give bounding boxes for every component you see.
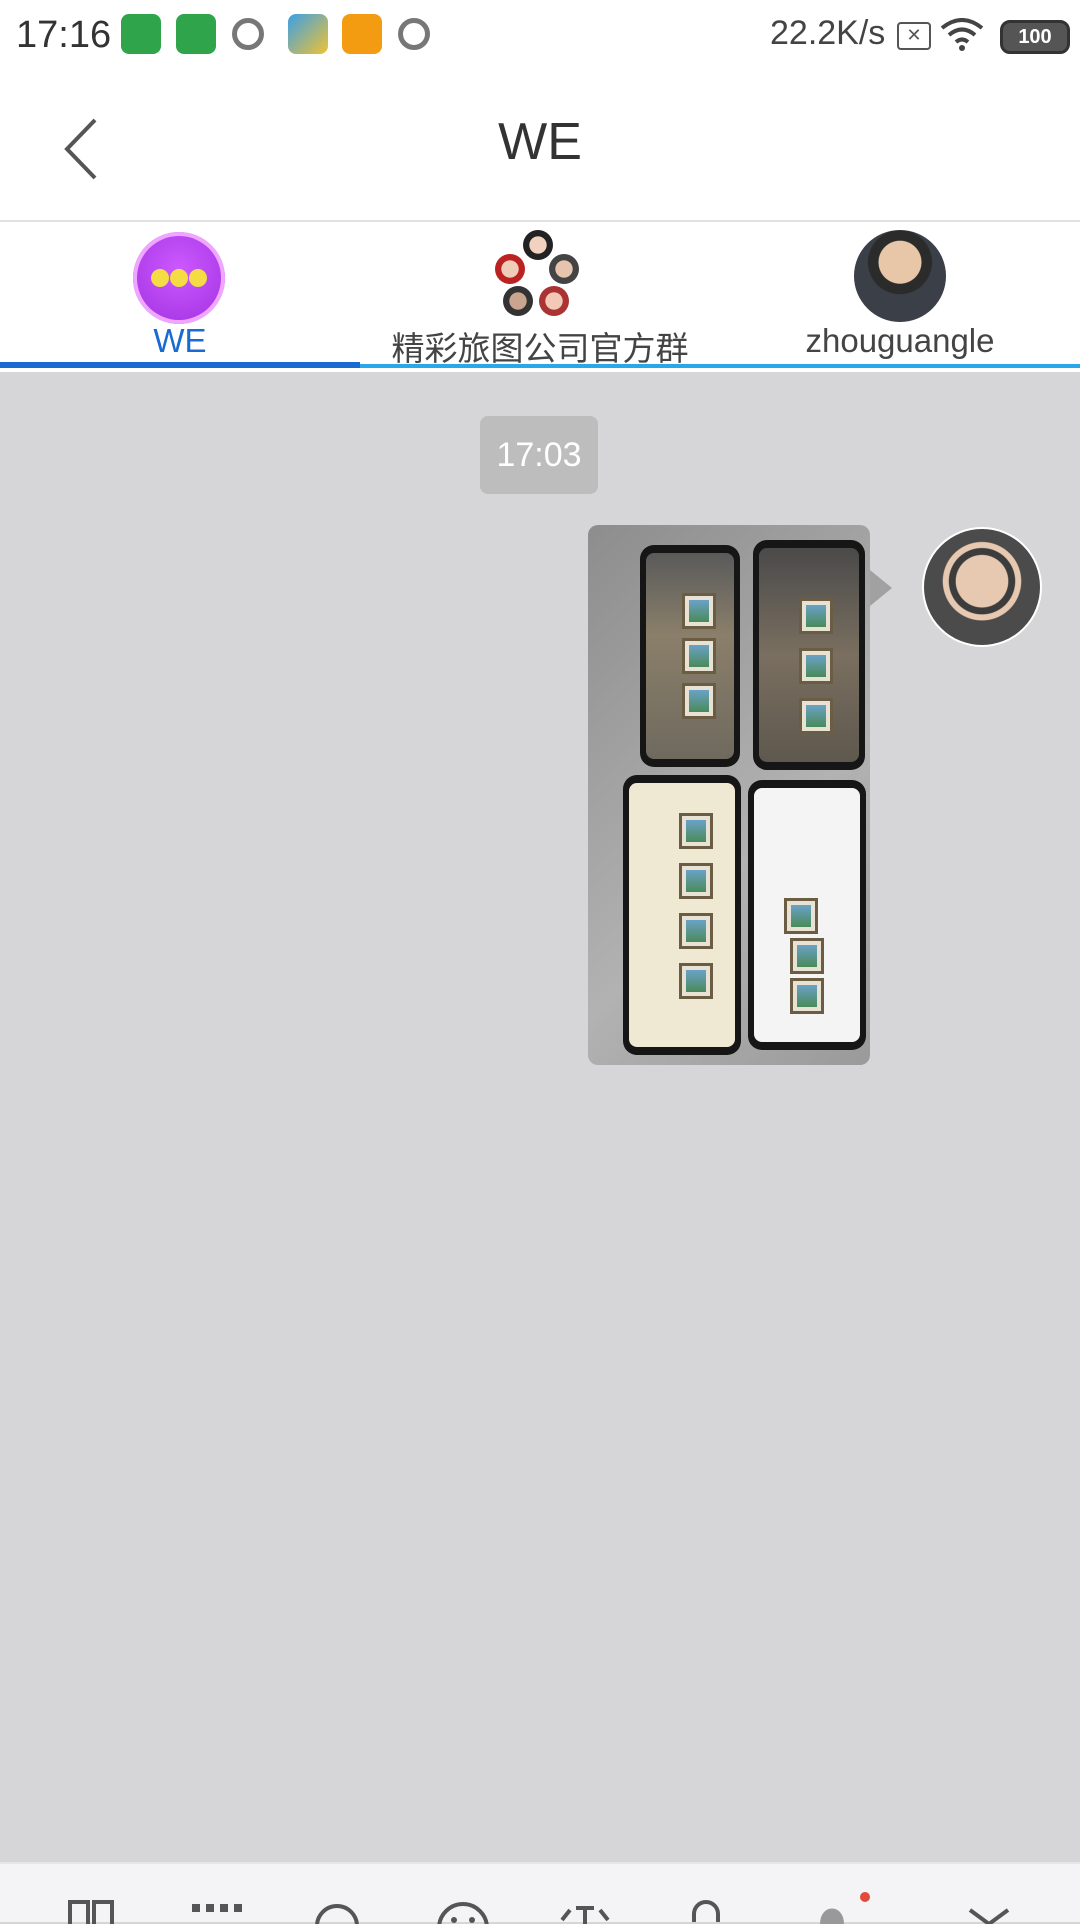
no-sim-icon: ✕ <box>897 22 931 50</box>
status-time: 17:16 <box>16 14 112 56</box>
tab-divider <box>360 364 1080 368</box>
tab-label: WE <box>153 322 207 359</box>
app-notification-icon <box>121 14 161 54</box>
battery-indicator: 100 <box>1000 20 1070 54</box>
message-timestamp: 17:03 <box>480 416 598 494</box>
photo-phone <box>753 540 865 770</box>
photo-phone <box>640 545 740 767</box>
wifi-icon <box>940 18 984 51</box>
paper-plane-icon <box>288 14 328 54</box>
layout-icon[interactable] <box>68 1900 114 1924</box>
emoji-icon[interactable] <box>436 1900 490 1924</box>
tab-group-chat[interactable]: 精彩旅图公司官方群 <box>360 222 720 372</box>
circle-notification-icon <box>232 18 264 50</box>
tab-we[interactable]: WE <box>0 222 360 372</box>
contact-avatar <box>854 230 946 322</box>
bubble-pointer <box>870 570 892 606</box>
lock-icon[interactable] <box>686 1900 726 1924</box>
image-message[interactable] <box>588 525 870 1065</box>
page-title: WE <box>498 113 582 171</box>
photo-phone <box>748 780 866 1050</box>
app-notification-icon <box>176 14 216 54</box>
input-toolbar <box>0 1862 1080 1924</box>
title-bar: WE <box>0 72 1080 222</box>
conversation-tabs: WE 精彩旅图公司官方群 zhouguangle <box>0 222 1080 372</box>
text-format-icon[interactable] <box>558 1900 612 1924</box>
circle-notification-icon <box>398 18 430 50</box>
photo-phone <box>623 775 741 1055</box>
my-avatar[interactable] <box>922 527 1042 647</box>
keyboard-icon[interactable] <box>190 1900 244 1924</box>
notification-dot <box>860 1892 870 1902</box>
app-notification-icon <box>342 14 382 54</box>
active-tab-indicator <box>0 362 360 368</box>
collapse-icon[interactable] <box>966 1900 1012 1924</box>
tab-label: zhouguangle <box>805 322 995 359</box>
microphone-icon[interactable] <box>812 1900 852 1924</box>
network-speed: 22.2K/s <box>770 14 886 52</box>
tab-zhouguangle[interactable]: zhouguangle <box>720 222 1080 372</box>
tab-label: 精彩旅图公司官方群 <box>391 330 689 367</box>
status-bar: 17:16 22.2K/s ✕ 100 <box>0 0 1080 72</box>
more-dots-avatar-icon <box>133 232 225 324</box>
chat-bubble-icon[interactable] <box>312 1900 362 1924</box>
group-avatar <box>495 230 585 320</box>
